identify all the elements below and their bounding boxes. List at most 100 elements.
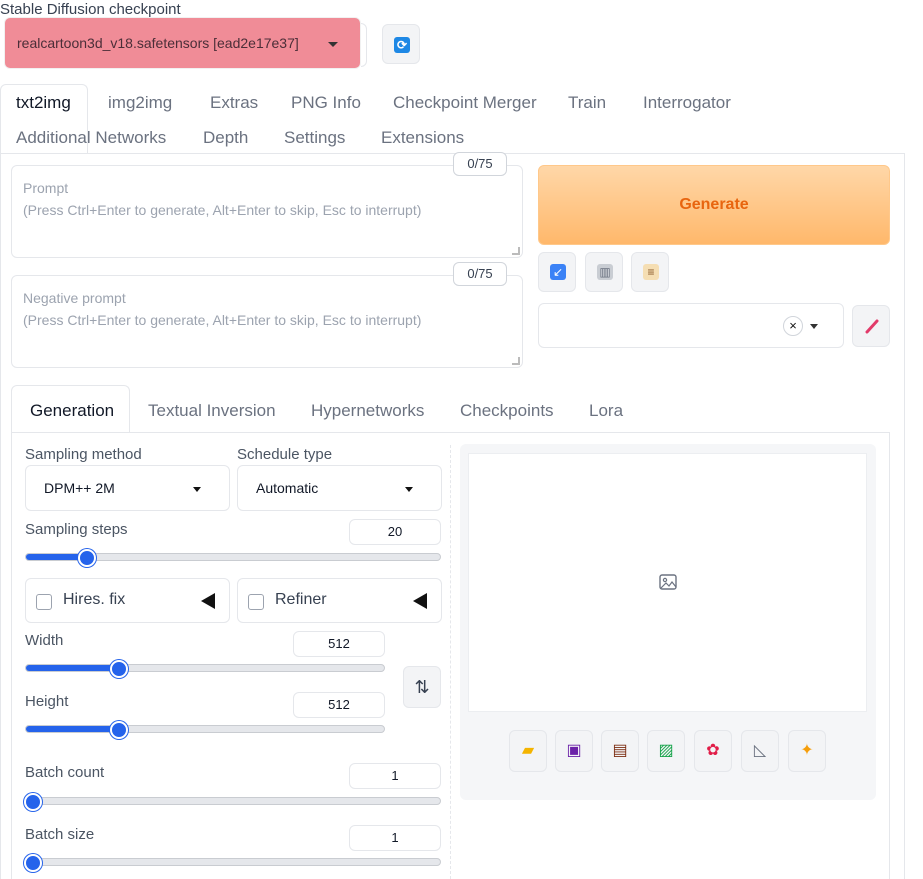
negative-prompt-placeholder: (Press Ctrl+Enter to generate, Alt+Enter…: [23, 312, 422, 328]
batch-size-label: Batch size: [25, 826, 95, 843]
height-slider[interactable]: [25, 725, 385, 733]
apply-styles-button[interactable]: ≡: [631, 252, 669, 292]
refresh-icon: ⟳: [394, 37, 410, 53]
close-icon[interactable]: ×: [783, 316, 803, 336]
chevron-down-icon: [328, 42, 338, 47]
tab-checkpoints[interactable]: Checkpoints: [460, 401, 554, 421]
sampling-method-value: DPM++ 2M: [44, 480, 115, 496]
chevron-down-icon: [810, 324, 818, 329]
tab-extensions[interactable]: Extensions: [381, 128, 464, 148]
prompt-placeholder: (Press Ctrl+Enter to generate, Alt+Enter…: [23, 202, 422, 218]
height-input[interactable]: 512: [293, 692, 385, 718]
schedule-type-value: Automatic: [256, 480, 319, 496]
tab-textual-inversion[interactable]: Textual Inversion: [148, 401, 276, 421]
styles-select[interactable]: ×: [538, 303, 844, 348]
schedule-type-label: Schedule type: [237, 446, 333, 463]
batch-count-thumb[interactable]: [24, 793, 42, 811]
panel-border: [0, 153, 1, 879]
column-divider: [450, 445, 451, 879]
send-to-img2img-button[interactable]: ▨: [647, 730, 685, 772]
save-zip-button[interactable]: ▤: [601, 730, 639, 772]
batch-count-label: Batch count: [25, 764, 105, 781]
slider-fill: [26, 554, 80, 560]
floppy-disk-icon: ▣: [566, 742, 582, 759]
arrow-diagonal-icon: ↙: [550, 264, 566, 280]
swap-arrows-icon: ⇅: [414, 677, 430, 697]
clear-prompt-button[interactable]: ▥: [585, 252, 623, 292]
tab-extras[interactable]: Extras: [210, 93, 258, 113]
negative-prompt-token-counter: 0/75: [453, 262, 507, 286]
tab-divider: [11, 432, 890, 433]
tab-checkpoint-merger[interactable]: Checkpoint Merger: [393, 93, 537, 113]
sampling-method-select[interactable]: DPM++ 2M: [25, 465, 230, 511]
negative-prompt-label: Negative prompt: [23, 290, 126, 306]
panel-border: [904, 153, 905, 879]
panel-border: [889, 432, 890, 879]
tab-img2img[interactable]: img2img: [108, 93, 172, 113]
upscale-button[interactable]: ✦: [788, 730, 826, 772]
tab-divider: [0, 153, 905, 154]
send-to-extras-button[interactable]: ◺: [741, 730, 779, 772]
tab-hypernetworks[interactable]: Hypernetworks: [311, 401, 424, 421]
prompt-token-counter: 0/75: [453, 152, 507, 176]
width-thumb[interactable]: [110, 660, 129, 678]
prompt-input[interactable]: Prompt (Press Ctrl+Enter to generate, Al…: [11, 165, 523, 258]
tab-additional-networks[interactable]: Additional Networks: [16, 128, 166, 148]
checkpoint-select[interactable]: realcartoon3d_v18.safetensors [ead2e17e3…: [4, 17, 361, 69]
sampling-steps-input[interactable]: 20: [349, 519, 441, 545]
triangle-ruler-icon: ◺: [753, 742, 767, 759]
tab-train[interactable]: Train: [568, 93, 606, 113]
open-folder-button[interactable]: ▰: [509, 730, 547, 772]
checkpoint-select-edge: [361, 23, 367, 67]
hires-fix-checkbox[interactable]: [36, 594, 52, 610]
collapse-arrow-icon[interactable]: [201, 593, 215, 609]
swap-dimensions-button[interactable]: ⇅: [403, 666, 441, 708]
tab-txt2img[interactable]: txt2img: [16, 93, 71, 113]
send-to-inpaint-button[interactable]: ✿: [694, 730, 732, 772]
generate-label: Generate: [679, 196, 749, 213]
height-thumb[interactable]: [110, 721, 129, 739]
sampling-steps-thumb[interactable]: [78, 549, 97, 567]
batch-size-input[interactable]: 1: [349, 825, 441, 851]
collapse-arrow-icon[interactable]: [413, 593, 427, 609]
refiner-label: Refiner: [275, 591, 327, 608]
width-slider[interactable]: [25, 664, 385, 672]
batch-size-slider[interactable]: [25, 858, 441, 866]
resize-handle[interactable]: [512, 357, 520, 365]
batch-count-slider[interactable]: [25, 797, 441, 805]
checkpoint-label: Stable Diffusion checkpoint: [0, 1, 181, 18]
width-label: Width: [25, 632, 64, 649]
save-button[interactable]: ▣: [555, 730, 593, 772]
tab-depth[interactable]: Depth: [203, 128, 248, 148]
checkpoint-value: realcartoon3d_v18.safetensors [ead2e17e3…: [17, 35, 299, 51]
negative-prompt-input[interactable]: Negative prompt (Press Ctrl+Enter to gen…: [11, 275, 523, 368]
batch-size-thumb[interactable]: [24, 854, 42, 872]
generate-button[interactable]: Generate: [538, 165, 890, 245]
refresh-checkpoints-button[interactable]: ⟳: [382, 24, 420, 64]
refiner-accordion[interactable]: Refiner: [237, 578, 442, 623]
panel-border: [11, 432, 12, 879]
refiner-checkbox[interactable]: [248, 594, 264, 610]
tab-interrogator[interactable]: Interrogator: [643, 93, 731, 113]
tab-png-info[interactable]: PNG Info: [291, 93, 361, 113]
resize-handle[interactable]: [512, 247, 520, 255]
tab-settings[interactable]: Settings: [284, 128, 345, 148]
sampling-method-label: Sampling method: [25, 446, 142, 463]
sampling-steps-label: Sampling steps: [25, 521, 128, 538]
tab-lora[interactable]: Lora: [589, 401, 623, 421]
tab-generation[interactable]: Generation: [30, 401, 114, 421]
hires-fix-label: Hires. fix: [63, 591, 126, 608]
batch-count-input[interactable]: 1: [349, 763, 441, 789]
height-label: Height: [25, 693, 69, 710]
image-icon: [659, 574, 677, 590]
pencil-icon: [865, 319, 879, 334]
read-params-button[interactable]: ↙: [538, 252, 576, 292]
chevron-down-icon: [405, 487, 413, 492]
archive-icon: ▤: [612, 742, 628, 759]
width-input[interactable]: 512: [293, 631, 385, 657]
hires-fix-accordion[interactable]: Hires. fix: [25, 578, 230, 623]
folder-icon: ▰: [521, 742, 535, 759]
edit-styles-button[interactable]: [852, 305, 890, 347]
output-gallery[interactable]: [468, 453, 867, 712]
schedule-type-select[interactable]: Automatic: [237, 465, 442, 511]
